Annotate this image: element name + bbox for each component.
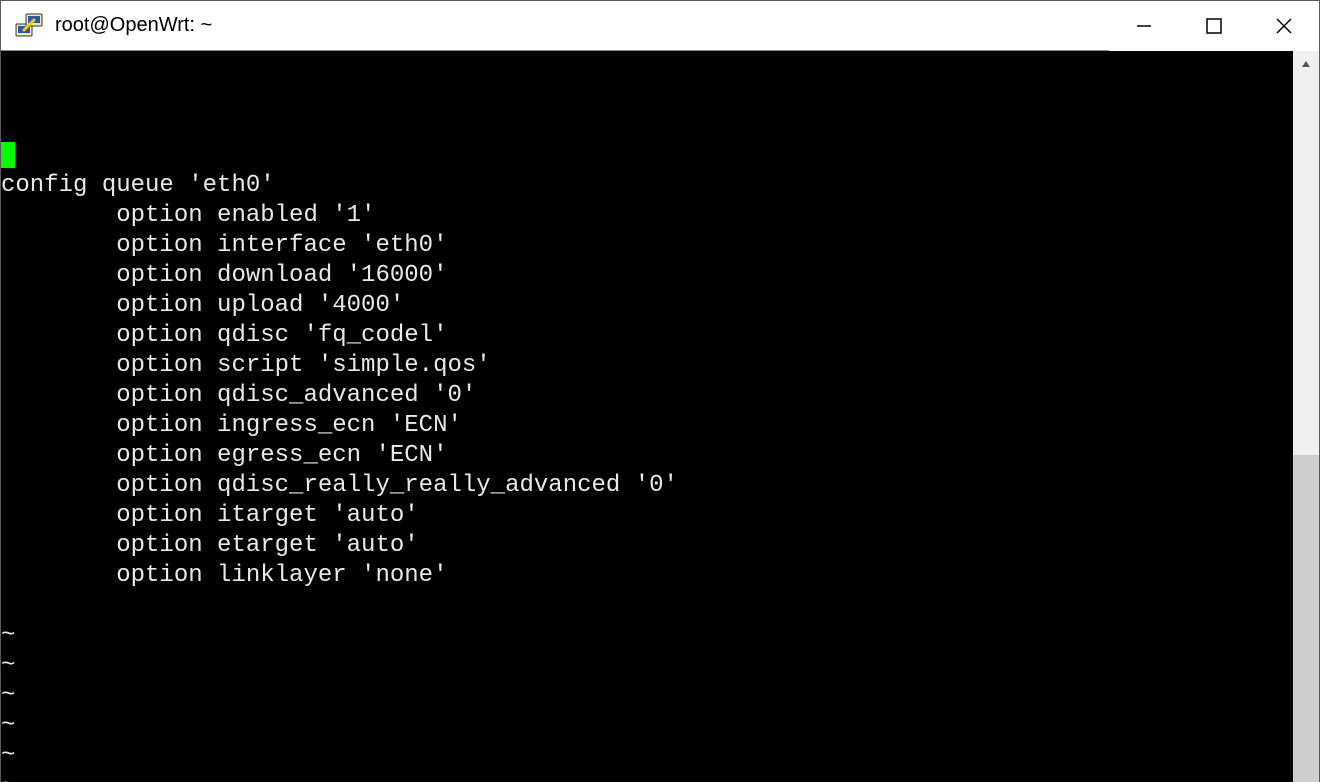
terminal-line: option qdisc 'fq_codel' bbox=[1, 321, 1293, 351]
empty-line-marker: ~ bbox=[1, 681, 1293, 711]
window: root@OpenWrt: ~ config queue 'eth0' opti… bbox=[0, 0, 1320, 782]
client-area: config queue 'eth0' option enabled '1' o… bbox=[1, 51, 1319, 782]
terminal-line: option etarget 'auto' bbox=[1, 531, 1293, 561]
terminal-line: option script 'simple.qos' bbox=[1, 351, 1293, 381]
terminal[interactable]: config queue 'eth0' option enabled '1' o… bbox=[1, 51, 1293, 782]
maximize-button[interactable] bbox=[1179, 1, 1249, 51]
scrollbar-thumb[interactable] bbox=[1293, 77, 1319, 455]
scrollbar[interactable] bbox=[1293, 51, 1319, 782]
terminal-line bbox=[1, 591, 1293, 621]
minimize-button[interactable] bbox=[1109, 1, 1179, 51]
scroll-up-button[interactable] bbox=[1293, 51, 1319, 77]
empty-line-marker: ~ bbox=[1, 741, 1293, 771]
terminal-line: option enabled '1' bbox=[1, 201, 1293, 231]
scrollbar-track[interactable] bbox=[1293, 77, 1319, 782]
empty-line-marker: ~ bbox=[1, 651, 1293, 681]
terminal-line: option interface 'eth0' bbox=[1, 231, 1293, 261]
terminal-line bbox=[1, 141, 1293, 171]
terminal-line: config queue 'eth0' bbox=[1, 171, 1293, 201]
terminal-line: option egress_ecn 'ECN' bbox=[1, 441, 1293, 471]
terminal-line: option upload '4000' bbox=[1, 291, 1293, 321]
terminal-line: option qdisc_advanced '0' bbox=[1, 381, 1293, 411]
putty-icon bbox=[13, 10, 45, 42]
terminal-line: option itarget 'auto' bbox=[1, 501, 1293, 531]
cursor bbox=[1, 142, 15, 168]
close-button[interactable] bbox=[1249, 1, 1319, 51]
empty-line-marker: ~ bbox=[1, 621, 1293, 651]
terminal-line: option qdisc_really_really_advanced '0' bbox=[1, 471, 1293, 501]
terminal-line: option linklayer 'none' bbox=[1, 561, 1293, 591]
terminal-line: option ingress_ecn 'ECN' bbox=[1, 411, 1293, 441]
titlebar[interactable]: root@OpenWrt: ~ bbox=[1, 1, 1319, 51]
terminal-line: option download '16000' bbox=[1, 261, 1293, 291]
empty-line-marker: ~ bbox=[1, 771, 1293, 782]
window-title: root@OpenWrt: ~ bbox=[55, 14, 212, 37]
empty-line-marker: ~ bbox=[1, 711, 1293, 741]
